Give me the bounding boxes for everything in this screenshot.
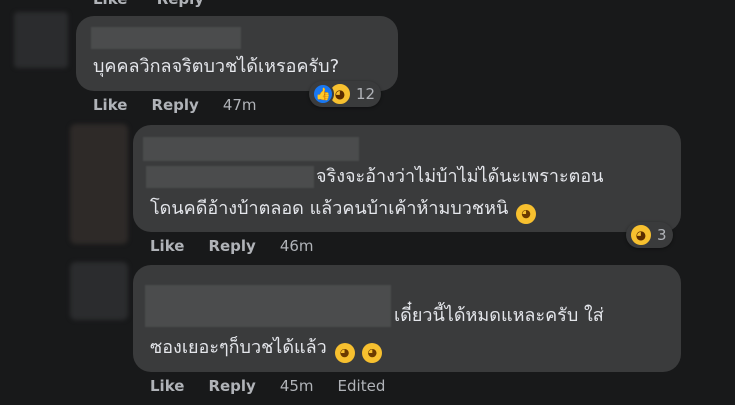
previous-comment-actions: Like Reply: [93, 0, 204, 8]
reaction-summary[interactable]: ◕ 3: [626, 222, 673, 248]
avatar[interactable]: [14, 12, 68, 68]
comment-text: จริงจะอ้างว่าไม่บ้าไม่ได้นะเพราะตอน: [316, 166, 604, 187]
sweat-smile-emoji: ◕: [334, 343, 355, 363]
reply-link[interactable]: Reply: [157, 0, 204, 8]
like-link[interactable]: Like: [93, 96, 127, 114]
timestamp[interactable]: 47m: [223, 96, 257, 114]
reaction-count: 12: [356, 85, 376, 103]
rolling-laugh-emoji: ◕: [516, 204, 536, 224]
reply-link[interactable]: Reply: [208, 237, 255, 255]
comment-text: บุคคลวิกลจริตบวชได้เหรอครับ?: [93, 56, 340, 77]
comment-text: เดี๋ยวนี้ได้หมดแหละครับ ใส่: [394, 305, 604, 326]
reply-link[interactable]: Reply: [208, 377, 255, 395]
author-name-redacted[interactable]: [145, 285, 391, 327]
avatar[interactable]: [70, 124, 128, 244]
author-name-redacted[interactable]: [143, 137, 359, 161]
like-link[interactable]: Like: [150, 237, 184, 255]
author-name-redacted[interactable]: [91, 27, 241, 49]
comment-actions: Like Reply 46m: [150, 237, 314, 255]
like-link[interactable]: Like: [150, 377, 184, 395]
timestamp[interactable]: 46m: [280, 237, 314, 255]
like-link[interactable]: Like: [93, 0, 127, 8]
sweat-smile-emoji: ◕: [362, 343, 383, 363]
comment-text: ซองเยอะๆก็บวชได้แล้ว ◕ ◕: [150, 332, 383, 364]
reaction-count: 3: [657, 226, 667, 244]
reaction-summary[interactable]: 👍 ◕ 12: [309, 81, 382, 107]
edited-label[interactable]: Edited: [338, 377, 386, 395]
comment-actions: Like Reply 47m: [93, 96, 257, 114]
tagged-name-redacted[interactable]: [146, 166, 314, 188]
comment-actions: Like Reply 45m Edited: [150, 377, 385, 395]
like-icon: 👍: [312, 83, 334, 105]
haha-icon: ◕: [629, 223, 653, 247]
avatar[interactable]: [70, 262, 128, 320]
reply-link[interactable]: Reply: [151, 96, 198, 114]
comment-text: โดนคดีอ้างบ้าตลอด แล้วคนบ้าเค้าห้ามบวชหน…: [150, 193, 536, 225]
timestamp[interactable]: 45m: [280, 377, 314, 395]
